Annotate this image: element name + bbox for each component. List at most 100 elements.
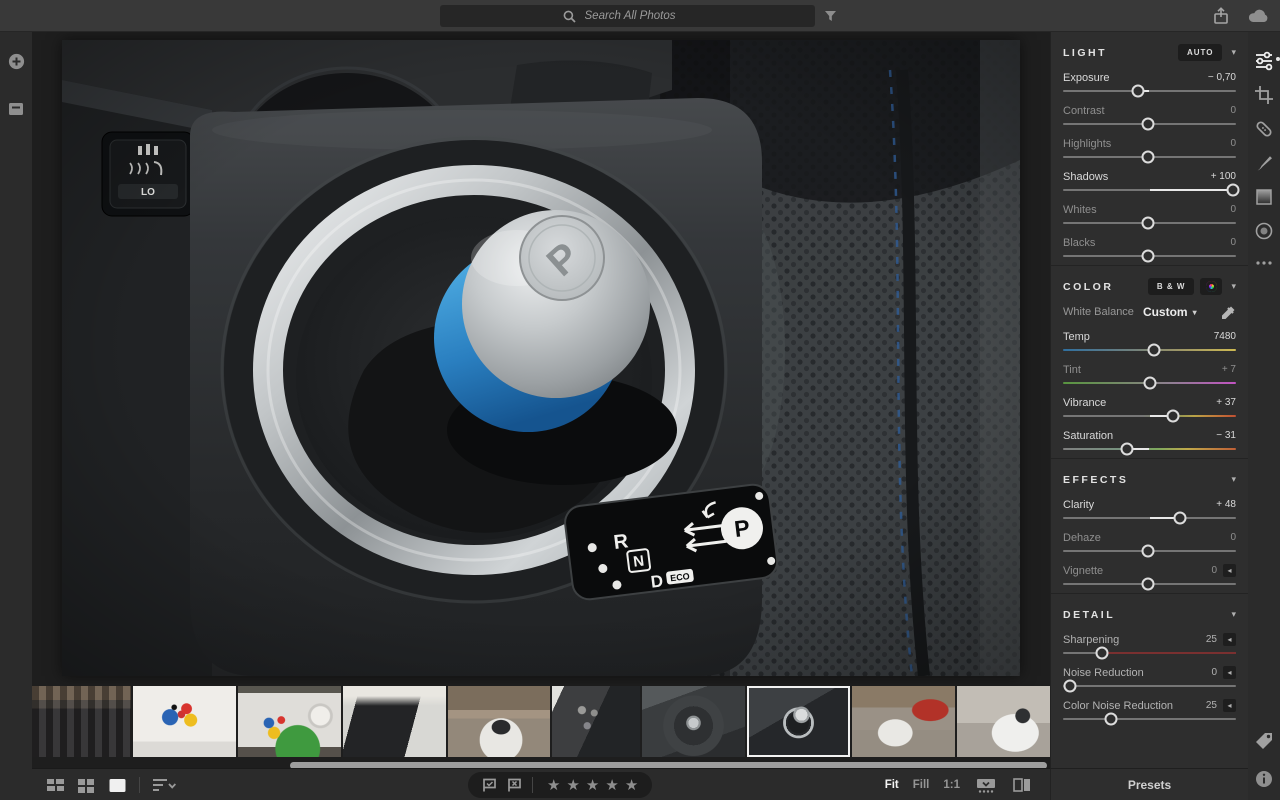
filmstrip-thumbnail-crowd[interactable] xyxy=(32,686,131,757)
slider-track[interactable] xyxy=(1063,577,1236,591)
slider-track[interactable] xyxy=(1063,343,1236,357)
search-box[interactable] xyxy=(440,5,815,27)
section-header-detail[interactable]: DETAIL ▾ xyxy=(1063,602,1236,627)
radial-gradient-tool-button[interactable] xyxy=(1250,214,1278,248)
slider-track[interactable] xyxy=(1063,216,1236,230)
detail-view-icon[interactable] xyxy=(108,777,127,794)
filmstrip-thumbnail-vozilla[interactable] xyxy=(238,686,341,757)
eyedropper-icon[interactable] xyxy=(1221,305,1236,320)
star-rating-3[interactable]: ★ xyxy=(586,778,599,793)
slider-handle[interactable] xyxy=(1147,343,1161,357)
slider-label: Blacks xyxy=(1063,236,1096,249)
slider-label: Exposure xyxy=(1063,71,1110,84)
expand-slider-button[interactable]: ◂ xyxy=(1223,666,1236,679)
zoom-mode-fill[interactable]: Fill xyxy=(913,779,930,791)
radial-gradient-icon xyxy=(1255,222,1273,240)
share-icon[interactable] xyxy=(1212,6,1230,26)
sort-icon[interactable] xyxy=(152,777,176,793)
filmstrip-thumbnail-trunk[interactable] xyxy=(343,686,446,757)
slider-handle[interactable] xyxy=(1141,544,1155,558)
expand-slider-button[interactable]: ◂ xyxy=(1223,633,1236,646)
filmstrip-thumbnail-shifter[interactable] xyxy=(747,686,850,757)
filter-icon[interactable] xyxy=(823,8,838,28)
expand-slider-button[interactable]: ◂ xyxy=(1223,699,1236,712)
filmstrip-thumbnail-logo[interactable] xyxy=(133,686,236,757)
edit-tool-button[interactable] xyxy=(1250,44,1280,78)
chevron-down-icon[interactable]: ▾ xyxy=(1231,474,1236,485)
flag-reject-icon[interactable] xyxy=(507,778,522,792)
chevron-down-icon[interactable]: ▾ xyxy=(1231,281,1236,292)
slider-label: Sharpening xyxy=(1063,633,1120,646)
slider-handle[interactable] xyxy=(1131,84,1145,98)
slider-handle[interactable] xyxy=(1141,150,1155,164)
filmstrip-toggle-icon[interactable] xyxy=(975,776,997,794)
filmstrip-thumbnail-front-wrap[interactable] xyxy=(957,686,1050,757)
expand-slider-button[interactable]: ◂ xyxy=(1223,564,1236,577)
slider-track[interactable] xyxy=(1063,183,1240,197)
star-rating-1[interactable]: ★ xyxy=(547,778,560,793)
info-button[interactable] xyxy=(1250,762,1278,796)
slider-handle[interactable] xyxy=(1141,249,1155,263)
star-rating: ★ ★ ★ ★ ★ xyxy=(547,778,638,793)
star-rating-2[interactable]: ★ xyxy=(566,778,579,793)
more-tools-button[interactable] xyxy=(1250,248,1278,278)
topbar xyxy=(0,0,1280,32)
star-rating-4[interactable]: ★ xyxy=(605,778,618,793)
slider-handle[interactable] xyxy=(1141,216,1155,230)
slider-track[interactable] xyxy=(1063,409,1236,423)
slider-track[interactable] xyxy=(1063,150,1236,164)
slider-track[interactable] xyxy=(1063,249,1236,263)
slider-track[interactable] xyxy=(1063,84,1236,98)
search-input[interactable] xyxy=(582,9,693,23)
flag-pick-icon[interactable] xyxy=(482,778,497,792)
filmstrip-thumbnail-square-bus[interactable] xyxy=(852,686,955,757)
brush-tool-button[interactable] xyxy=(1250,146,1278,180)
slider-track[interactable] xyxy=(1063,712,1236,726)
slider-track[interactable] xyxy=(1063,511,1236,525)
filmstrip-thumbnail-door[interactable] xyxy=(552,686,640,757)
photo-viewer[interactable]: LO xyxy=(62,40,1020,676)
slider-handle[interactable] xyxy=(1063,679,1077,693)
slider-track[interactable] xyxy=(1063,646,1236,660)
slider-handle[interactable] xyxy=(1141,117,1155,131)
bw-button[interactable]: B & W xyxy=(1147,278,1195,295)
chevron-down-icon[interactable]: ▾ xyxy=(1231,47,1236,58)
slider-handle[interactable] xyxy=(1226,183,1240,197)
color-mix-button[interactable] xyxy=(1200,278,1223,295)
white-balance-select[interactable]: Custom ▾ xyxy=(1143,305,1197,319)
zoom-mode-1-1[interactable]: 1:1 xyxy=(943,779,960,791)
section-header-effects[interactable]: EFFECTS ▾ xyxy=(1063,467,1236,492)
slider-handle[interactable] xyxy=(1141,577,1155,591)
grid-view-icon[interactable] xyxy=(46,777,65,794)
slider-handle[interactable] xyxy=(1095,646,1109,660)
cloud-sync-icon[interactable] xyxy=(1246,7,1270,25)
keywords-button[interactable] xyxy=(1250,724,1278,758)
crop-tool-button[interactable] xyxy=(1250,78,1278,112)
slider-track[interactable] xyxy=(1063,679,1236,693)
presets-button[interactable]: Presets xyxy=(1050,768,1248,800)
linear-gradient-tool-button[interactable] xyxy=(1250,180,1278,214)
my-photos-button[interactable] xyxy=(2,92,30,126)
slider-track[interactable] xyxy=(1063,544,1236,558)
filmstrip-thumbnail-wheel[interactable] xyxy=(642,686,745,757)
section-header-color[interactable]: COLOR B & W ▾ xyxy=(1063,274,1236,299)
square-grid-view-icon[interactable] xyxy=(77,777,96,794)
chevron-down-icon[interactable]: ▾ xyxy=(1231,609,1236,620)
auto-button[interactable]: AUTO xyxy=(1177,44,1223,61)
slider-handle[interactable] xyxy=(1166,409,1180,423)
filmstrip-thumbnail-rear-city[interactable] xyxy=(448,686,550,757)
section-header-light[interactable]: LIGHT AUTO ▾ xyxy=(1063,40,1236,65)
slider-handle[interactable] xyxy=(1104,712,1118,726)
slider-track[interactable] xyxy=(1063,117,1236,131)
slider-handle[interactable] xyxy=(1120,442,1134,456)
slider-handle[interactable] xyxy=(1143,376,1157,390)
slider-track[interactable] xyxy=(1063,376,1236,390)
zoom-mode-fit[interactable]: Fit xyxy=(885,779,899,791)
star-rating-5[interactable]: ★ xyxy=(625,778,638,793)
slider-handle[interactable] xyxy=(1173,511,1187,525)
edits-indicator-dot xyxy=(1276,57,1280,61)
healing-tool-button[interactable] xyxy=(1250,112,1278,146)
slider-track[interactable] xyxy=(1063,442,1236,456)
before-after-icon[interactable] xyxy=(1012,776,1032,794)
add-photos-button[interactable] xyxy=(2,44,30,78)
